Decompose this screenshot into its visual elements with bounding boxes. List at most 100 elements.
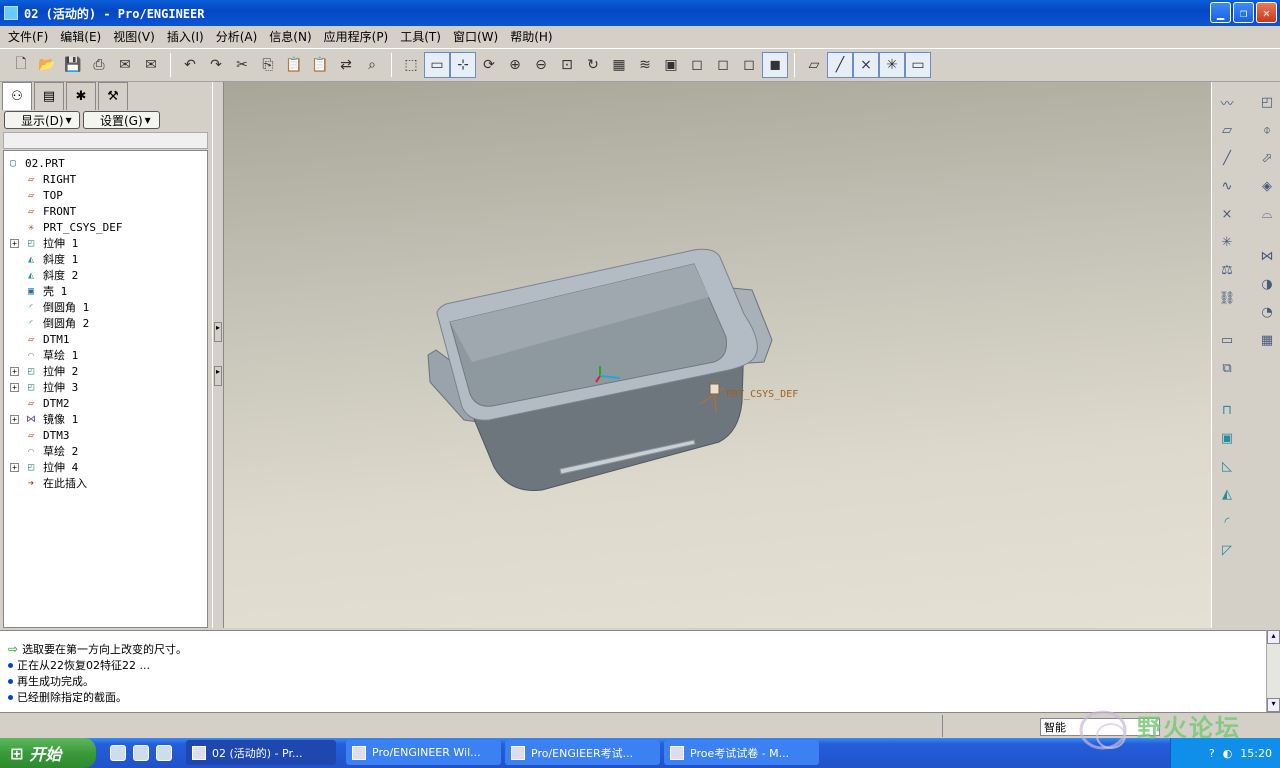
menu-item-1[interactable]: 编辑(E) [54,28,107,45]
tree-item[interactable]: ▱ DTM1 [24,331,70,347]
sketch-tool-icon[interactable]: 〰 [1215,90,1239,114]
message-scrollbar[interactable]: ▴ ▾ [1266,630,1280,712]
zoom-out-icon[interactable]: ⊖ [528,52,554,78]
tree-item[interactable]: ▱ TOP [24,187,63,203]
point-tool-icon[interactable]: × [1215,202,1239,226]
blend-tool-icon[interactable]: ◈ [1255,174,1279,198]
pattern-tool-icon[interactable]: ▦ [1255,328,1279,352]
csys-icon[interactable]: ✳ [879,52,905,78]
hidden-line-icon[interactable]: ◻ [710,52,736,78]
menu-item-9[interactable]: 帮助(H) [504,28,558,45]
taskbar-button[interactable]: Pro/ENGINEER Wil... [346,740,501,765]
connections-tab[interactable]: ⚒ [98,82,128,110]
revolve-tool-icon[interactable]: ⌽ [1255,118,1279,142]
undo-icon[interactable]: ↶ [177,52,203,78]
tree-item[interactable]: ▱ FRONT [24,203,76,219]
tree-item[interactable]: + ◰ 拉伸 4 [10,459,78,475]
tree-item[interactable]: + ◰ 拉伸 3 [10,379,78,395]
model-tree-tab[interactable]: ⚇ [2,82,32,110]
spin-center-icon[interactable]: ⊹ [450,52,476,78]
tree-item[interactable]: ◜ 倒圆角 1 [24,299,89,315]
tree-item[interactable]: ✳ PRT_CSYS_DEF [24,219,123,235]
chain-tool-icon[interactable]: ⛓ [1215,286,1239,310]
tree-item[interactable]: + ◰ 拉伸 2 [10,363,78,379]
open-icon[interactable]: 📂 [34,52,60,78]
find-icon[interactable]: ⌕ [359,52,385,78]
favorites-tab[interactable]: ✱ [66,82,96,110]
graphics-window[interactable]: PRT_CSYS_DEF [224,82,1211,628]
redo-icon[interactable]: ↷ [203,52,229,78]
trim-tool-icon[interactable]: ◔ [1255,300,1279,324]
tree-item[interactable]: ◭ 斜度 2 [24,267,78,283]
tree-item[interactable]: ➔ 在此插入 [24,475,87,491]
boundary-tool-icon[interactable]: ⌓ [1255,202,1279,226]
regenerate-icon[interactable]: ⇄ [333,52,359,78]
expand-toggle-icon[interactable]: + [10,462,19,472]
orient-mode-icon[interactable]: ⟳ [476,52,502,78]
no-hidden-icon[interactable]: ◻ [736,52,762,78]
close-button[interactable]: ✕ [1256,2,1277,23]
expand-toggle-icon[interactable]: + [10,414,19,424]
menu-item-4[interactable]: 分析(A) [210,28,264,45]
menu-item-0[interactable]: 文件(F) [2,28,54,45]
annotations-icon[interactable]: ▭ [905,52,931,78]
chamfer-tool-icon[interactable]: ◸ [1215,538,1239,562]
tree-item[interactable]: ▣ 壳 1 [24,283,67,299]
plane-tool-icon[interactable]: ▱ [1215,118,1239,142]
annotation-tool-icon[interactable]: ▭ [1215,328,1239,352]
tree-item[interactable]: ◭ 斜度 1 [24,251,78,267]
network-icon[interactable]: ◐ [1223,747,1233,760]
tree-item[interactable]: ◜ 倒圆角 2 [24,315,89,331]
display-dropdown[interactable]: 显示(D) ▾ [4,111,80,129]
wireframe-icon[interactable]: ◻ [684,52,710,78]
paste-special-icon[interactable]: 📋 [307,52,333,78]
start-button[interactable]: ⊞ 开始 [0,738,96,768]
save-icon[interactable]: 💾 [60,52,86,78]
taskbar-button[interactable]: 02 (活动的) - Pr... [186,740,336,765]
desktop-icon[interactable] [110,745,126,761]
saved-views-icon[interactable]: ▦ [606,52,632,78]
send-mail-icon[interactable]: ✉ [138,52,164,78]
datum-points-icon[interactable]: × [853,52,879,78]
print-icon[interactable]: ⎙ [86,52,112,78]
help-icon[interactable]: ? [1209,747,1215,760]
expand-toggle-icon[interactable]: + [10,366,19,376]
round-tool-icon[interactable]: ◜ [1215,510,1239,534]
cut-icon[interactable]: ✂ [229,52,255,78]
tree-item[interactable]: ⌒ 草绘 2 [24,443,78,459]
redraw-icon[interactable]: ▭ [424,52,450,78]
layers-icon[interactable]: ≋ [632,52,658,78]
style-tool-icon[interactable]: ⧉ [1215,356,1239,380]
menu-item-5[interactable]: 信息(N) [263,28,317,45]
merge-tool-icon[interactable]: ◑ [1255,272,1279,296]
taskbar-button[interactable]: Proe考试试卷 - M... [664,740,819,765]
scroll-down-icon[interactable]: ▾ [1267,698,1280,712]
copy-icon[interactable]: ⎘ [255,52,281,78]
analysis-tool-icon[interactable]: ⚖ [1215,258,1239,282]
tree-item[interactable]: + ◰ 拉伸 1 [10,235,78,251]
curve-tool-icon[interactable]: ∿ [1215,174,1239,198]
maximize-button[interactable]: ❐ [1233,2,1254,23]
axis-tool-icon[interactable]: ╱ [1215,146,1239,170]
scroll-up-icon[interactable]: ▴ [1267,630,1280,644]
zoom-in-icon[interactable]: ⊕ [502,52,528,78]
mirror-tool-icon[interactable]: ⋈ [1255,244,1279,268]
folder-browser-tab[interactable]: ▤ [34,82,64,110]
settings-dropdown[interactable]: 设置(G) ▾ [83,111,160,129]
menu-item-2[interactable]: 视图(V) [107,28,161,45]
tree-item[interactable]: ⌒ 草绘 1 [24,347,78,363]
expand-arrow-icon[interactable]: ▸ [214,366,222,386]
panel-splitter[interactable]: ▸ ▸ [212,82,224,628]
menu-item-8[interactable]: 窗口(W) [447,28,504,45]
shading-icon[interactable]: ◼ [762,52,788,78]
extrude-tool-icon[interactable]: ◰ [1255,90,1279,114]
taskbar-button[interactable]: Pro/ENGIEER考试... [505,740,660,765]
selection-filter[interactable]: 智能 [1040,718,1160,736]
tree-item[interactable]: ▱ DTM2 [24,395,70,411]
refit-icon[interactable]: ⊡ [554,52,580,78]
quicklaunch-icon[interactable] [156,745,172,761]
send-icon[interactable]: ✉ [112,52,138,78]
rib-tool-icon[interactable]: ◺ [1215,454,1239,478]
tree-item[interactable]: + ⋈ 镜像 1 [10,411,78,427]
shell-tool-icon[interactable]: ▣ [1215,426,1239,450]
